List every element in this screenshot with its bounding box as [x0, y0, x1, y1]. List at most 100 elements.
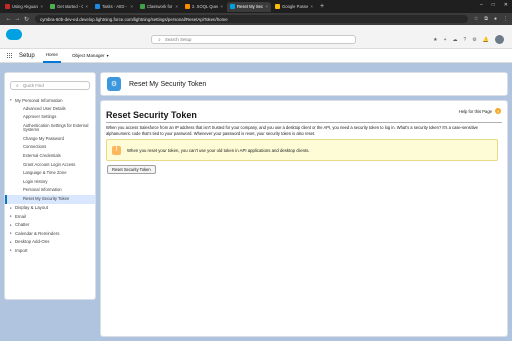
tab-favicon-icon [140, 4, 145, 9]
tab-label: 2. SOQL Queries... [192, 4, 218, 9]
close-icon[interactable]: × [175, 4, 178, 9]
star-icon[interactable]: ☆ [474, 16, 478, 22]
browser-tab[interactable]: 2. SOQL Queries...× [182, 2, 226, 12]
sidebar-item-language-time-zone[interactable]: Language & Time Zone [5, 169, 95, 178]
description-text: When you access Salesforce from an IP ad… [106, 125, 478, 136]
help-for-this-page-link[interactable]: Help for this Page ? [459, 108, 501, 114]
forward-icon[interactable]: → [13, 16, 22, 22]
page-header: ⚙ Reset My Security Token [100, 72, 508, 96]
tab-home[interactable]: Home [42, 49, 61, 63]
sidebar-group-chatter[interactable]: ▸ Chatter [5, 221, 95, 230]
tab-label: Object Manager [71, 53, 105, 58]
browser-toolbar: ← → ↻ cymbra-60b-dev-ed.develop.lightnin… [0, 13, 512, 25]
close-icon[interactable]: × [265, 4, 268, 9]
salesforce-logo-icon[interactable] [6, 29, 22, 40]
warning-text: When you reset your token, you can't use… [127, 147, 310, 153]
extensions-icon[interactable]: ⧉ [484, 16, 488, 22]
browser-tab-active[interactable]: Reset My Securit...× [227, 1, 271, 12]
reload-icon[interactable]: ↻ [22, 16, 31, 23]
url-text: cymbra-60b-dev-ed.develop.lightning.forc… [40, 16, 228, 22]
tab-label: Tasks - AIID - 20... [102, 4, 128, 9]
minimize-icon[interactable]: – [480, 2, 483, 8]
sidebar-group-label: My Personal Information [15, 97, 63, 103]
tab-label: Classwork for 20... [147, 4, 173, 9]
tab-label: Using Akguard (... [12, 4, 39, 9]
help-icon[interactable]: ? [464, 37, 467, 43]
sidebar-group-calendar-reminders[interactable]: ▸ Calendar & Reminders [5, 229, 95, 238]
tab-label: Google Password... [282, 4, 309, 9]
sidebar-group-email[interactable]: ▸ Email [5, 212, 95, 221]
warning-message: ! When you reset your token, you can't u… [106, 139, 498, 161]
sidebar-group-label: Desktop Add-Ons [15, 239, 50, 245]
chevron-down-icon[interactable]: ▾ [107, 53, 109, 58]
sidebar-item-grant-account-login-access[interactable]: Grant Account Login Access [5, 161, 95, 170]
browser-tab-bar: Using Akguard (...× Get started - Cy...×… [0, 0, 512, 13]
gear-icon[interactable]: ⚙ [472, 37, 476, 43]
tab-favicon-icon [5, 4, 10, 9]
close-window-icon[interactable]: ✕ [504, 2, 508, 8]
sidebar-item-connections[interactable]: Connections [5, 143, 95, 152]
search-icon: ⌕ [16, 82, 19, 89]
search-input[interactable]: ⌕ Search Setup [151, 35, 356, 44]
tab-favicon-icon [230, 4, 235, 9]
close-icon[interactable]: × [130, 4, 133, 9]
divider [106, 122, 502, 123]
back-icon[interactable]: ← [4, 16, 13, 22]
notifications-icon[interactable]: 🔔 [483, 37, 489, 43]
tab-favicon-icon [185, 4, 190, 9]
sidebar-item-external-credentials[interactable]: External Credentials [5, 152, 95, 161]
trailhead-icon[interactable]: ☁ [453, 37, 458, 43]
sidebar-item-personal-information[interactable]: Personal Information [5, 186, 95, 195]
tab-label: Home [45, 52, 58, 57]
sidebar-item-advanced-user-details[interactable]: Advanced User Details [5, 105, 95, 114]
close-icon[interactable]: × [310, 4, 313, 9]
close-icon[interactable]: × [220, 4, 223, 9]
quick-find-input[interactable]: ⌕ Quick Find [10, 81, 90, 90]
browser-actions: ☆ ⧉ ● ⋮ [474, 16, 508, 22]
sidebar-group-label: Import [15, 247, 28, 253]
sidebar-item-change-my-password[interactable]: Change My Password [5, 135, 95, 144]
sidebar-group-label: Calendar & Reminders [15, 230, 60, 236]
tab-favicon-icon [95, 4, 100, 9]
close-icon[interactable]: × [40, 4, 43, 9]
page-title: Reset Security Token [106, 110, 197, 120]
new-tab-button[interactable]: + [320, 3, 324, 10]
browser-tab[interactable]: Using Akguard (...× [2, 2, 46, 12]
sidebar-group-display-layout[interactable]: ▸ Display & Layout [5, 204, 95, 213]
sidebar-group-desktop-add-ons[interactable]: ▸ Desktop Add-Ons [5, 238, 95, 247]
sidebar-item-reset-my-security-token[interactable]: Reset My Security Token [5, 195, 95, 204]
reset-token-panel: Reset Security Token Help for this Page … [100, 100, 508, 337]
main-content: ⌕ Quick Find ▾ My Personal Information A… [0, 63, 512, 341]
setup-gear-icon: ⚙ [107, 77, 121, 91]
sidebar-item-authentication-settings[interactable]: Authentication Settings for External Sys… [5, 122, 95, 135]
sidebar-group-import[interactable]: ▸ Import [5, 246, 95, 255]
setup-sidebar: ⌕ Quick Find ▾ My Personal Information A… [4, 72, 96, 300]
browser-tab[interactable]: Get started - Cy...× [47, 2, 91, 12]
browser-tab[interactable]: Classwork for 20...× [137, 2, 181, 12]
page-header-title: Reset My Security Token [129, 80, 207, 88]
browser-tab[interactable]: Tasks - AIID - 20...× [92, 2, 136, 12]
menu-icon[interactable]: ⋮ [503, 16, 508, 22]
help-link-label: Help for this Page [458, 108, 492, 114]
window-controls: – □ ✕ [480, 2, 508, 8]
tab-label: Reset My Securit... [237, 4, 264, 9]
add-icon[interactable]: + [444, 37, 447, 43]
tab-favicon-icon [50, 4, 55, 9]
sidebar-group-my-personal-information[interactable]: ▾ My Personal Information [5, 96, 95, 105]
sidebar-item-login-history[interactable]: Login History [5, 178, 95, 187]
tab-object-manager[interactable]: Object Manager ▾ [69, 49, 112, 63]
sidebar-group-label: Display & Layout [15, 205, 48, 211]
address-bar[interactable]: cymbra-60b-dev-ed.develop.lightning.forc… [35, 15, 468, 23]
avatar[interactable] [495, 35, 504, 44]
close-icon[interactable]: × [85, 4, 88, 9]
reset-security-token-button[interactable]: Reset Security Token [107, 165, 156, 174]
favorites-icon[interactable]: ★ [433, 37, 437, 43]
maximize-icon[interactable]: □ [492, 2, 495, 8]
app-launcher-icon[interactable] [7, 52, 13, 59]
sidebar-group-label: Chatter [15, 222, 30, 228]
tab-label: Get started - Cy... [57, 4, 83, 9]
browser-tab[interactable]: Google Password...× [272, 2, 316, 12]
sidebar-item-approver-settings[interactable]: Approver Settings [5, 113, 95, 122]
profile-icon[interactable]: ● [494, 16, 497, 22]
app-name: Setup [19, 52, 35, 59]
